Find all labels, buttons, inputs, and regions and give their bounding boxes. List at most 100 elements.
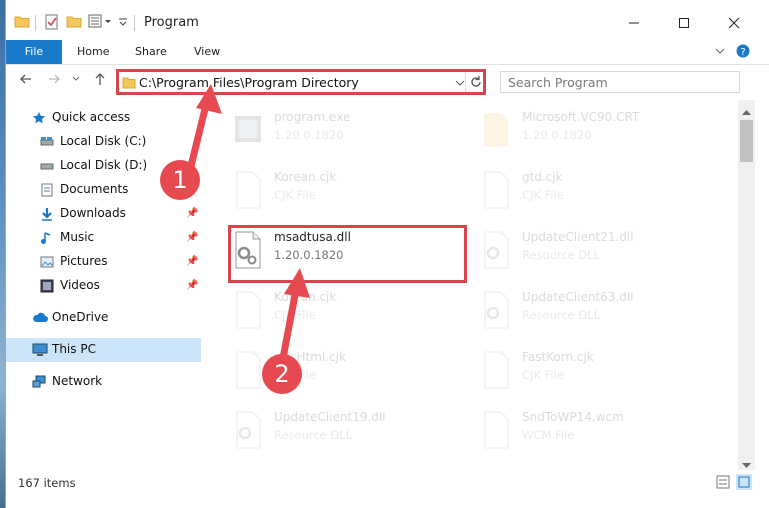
sidebar-item-label: Documents [60, 182, 129, 196]
scroll-thumb[interactable] [740, 120, 753, 162]
file-item[interactable]: SndToWP14.wcm WCM File [459, 404, 689, 460]
sidebar-item-label: Downloads [60, 206, 126, 220]
sidebar-item-network[interactable]: Network [6, 370, 201, 394]
close-button[interactable] [716, 10, 752, 38]
vertical-scrollbar[interactable] [738, 100, 755, 470]
step-1-callout: 1 [160, 160, 200, 200]
file-item[interactable]: Microsoft.VC90.CRT 1.20.0.1820 [459, 104, 689, 160]
divider [465, 72, 466, 92]
sidebar-item-label: Local Disk (D:) [60, 158, 148, 172]
folder-icon [122, 76, 136, 92]
back-button[interactable] [16, 72, 36, 90]
file-type: Resource DLL [522, 308, 601, 322]
large-icons-view-icon[interactable] [736, 474, 752, 490]
music-icon [40, 231, 54, 245]
file-item[interactable]: program.exe 1.20.0.1820 [211, 104, 441, 160]
file-name: FastKorn.cjk [522, 350, 594, 364]
file-type: Resource DLL [522, 248, 601, 262]
file-type: CJK File [522, 368, 564, 382]
up-button[interactable] [90, 72, 110, 90]
divider [35, 15, 36, 31]
dll-file-icon [231, 410, 265, 452]
step-2-callout: 2 [262, 354, 302, 394]
file-item[interactable]: FastKorn.cjk CJK File [459, 344, 689, 400]
arrow-right-icon [47, 74, 61, 90]
file-icon [231, 290, 265, 332]
folder-icon [479, 110, 513, 152]
file-item[interactable]: UpdateClient19.dll Resource DLL [211, 404, 441, 460]
chevron-down-icon[interactable] [118, 16, 128, 30]
file-icon [479, 350, 513, 392]
file-type: CJK File [274, 188, 316, 202]
sidebar-item-label: OneDrive [52, 310, 109, 324]
sidebar-item-quick-access[interactable]: Quick access [6, 106, 201, 130]
tab-view[interactable]: View [194, 40, 220, 64]
file-name: UpdateClient19.dll [274, 410, 386, 424]
minimize-button[interactable] [616, 10, 652, 38]
file-icon [231, 350, 265, 392]
sidebar-item-label: Pictures [60, 254, 108, 268]
pin-icon[interactable]: 📌 [186, 256, 198, 267]
pin-icon[interactable]: 📌 [186, 280, 198, 291]
navigation-pane: Quick access Local Disk (C:) Local Disk … [6, 100, 201, 468]
refresh-icon[interactable] [469, 75, 483, 92]
minimize-icon [628, 17, 640, 32]
file-item[interactable]: Korean.cjk CJK File [211, 284, 441, 340]
address-bar[interactable]: C:\Program Files\Program Directory [116, 69, 486, 95]
sidebar-item-videos[interactable]: Videos 📌 [6, 274, 201, 298]
sidebar-item-label: Music [60, 230, 95, 244]
help-icon[interactable]: ? [736, 44, 750, 61]
details-view-icon[interactable] [716, 475, 730, 492]
sidebar-item-label: Local Disk (C:) [60, 134, 147, 148]
star-icon [32, 111, 46, 125]
sidebar-item-local-disk-c[interactable]: Local Disk (C:) [6, 130, 201, 154]
picture-icon [40, 255, 54, 269]
title-bar: Program [6, 0, 769, 40]
drive-icon [40, 135, 54, 149]
tab-file[interactable]: File [6, 40, 62, 64]
file-item[interactable]: gtd.cjk CJK File [459, 164, 689, 220]
sidebar-item-pictures[interactable]: Pictures 📌 [6, 250, 201, 274]
file-type: WCM File [522, 428, 575, 442]
file-version: 1.20.0.1820 [274, 128, 344, 142]
file-item[interactable]: Korean.cjk CJK File [211, 164, 441, 220]
highlight-box [228, 225, 467, 283]
document-icon [40, 183, 54, 197]
properties-icon[interactable] [44, 14, 60, 33]
tab-home[interactable]: Home [77, 40, 109, 64]
file-type: CJK File [274, 308, 316, 322]
cloud-icon [32, 311, 48, 325]
close-icon [728, 17, 740, 32]
file-name: program.exe [274, 110, 351, 124]
recent-locations-button[interactable] [66, 72, 86, 90]
sidebar-item-music[interactable]: Music 📌 [6, 226, 201, 250]
customize-icon[interactable] [88, 14, 114, 31]
file-name: gtd.cjk [522, 170, 563, 184]
file-name: Korean.cjk [274, 170, 337, 184]
sidebar-item-downloads[interactable]: Downloads 📌 [6, 202, 201, 226]
file-explorer-window: Program File Home Share View ? C:\Progra… [5, 0, 769, 508]
maximize-button[interactable] [666, 10, 702, 38]
file-type: CJK File [522, 188, 564, 202]
file-item[interactable]: UpdateClient63.dll Resource DLL [459, 284, 689, 340]
file-icon [479, 410, 513, 452]
pin-icon[interactable]: 📌 [186, 208, 198, 219]
video-icon [40, 279, 54, 293]
item-count: 167 items [18, 476, 76, 490]
tab-share[interactable]: Share [135, 40, 167, 64]
pin-icon[interactable]: 📌 [186, 232, 198, 243]
address-dropdown-icon[interactable] [455, 77, 465, 91]
scroll-up-icon[interactable] [742, 104, 751, 118]
file-item[interactable]: mfcHtml.cjk CJK File [211, 344, 441, 400]
forward-button[interactable] [44, 72, 64, 90]
new-folder-icon[interactable] [66, 14, 82, 31]
file-list: program.exe 1.20.0.1820 Microsoft.VC90.C… [211, 100, 738, 468]
expand-ribbon-icon[interactable] [714, 45, 726, 60]
file-name: Microsoft.VC90.CRT [522, 110, 640, 124]
file-item[interactable]: UpdateClient21.dll Resource DLL [459, 224, 689, 280]
sidebar-item-onedrive[interactable]: OneDrive [6, 306, 201, 330]
search-input[interactable]: Search Program [500, 71, 740, 93]
folder-icon [14, 14, 30, 31]
sidebar-item-label: Quick access [52, 110, 131, 124]
sidebar-item-this-pc[interactable]: This PC [6, 338, 201, 362]
